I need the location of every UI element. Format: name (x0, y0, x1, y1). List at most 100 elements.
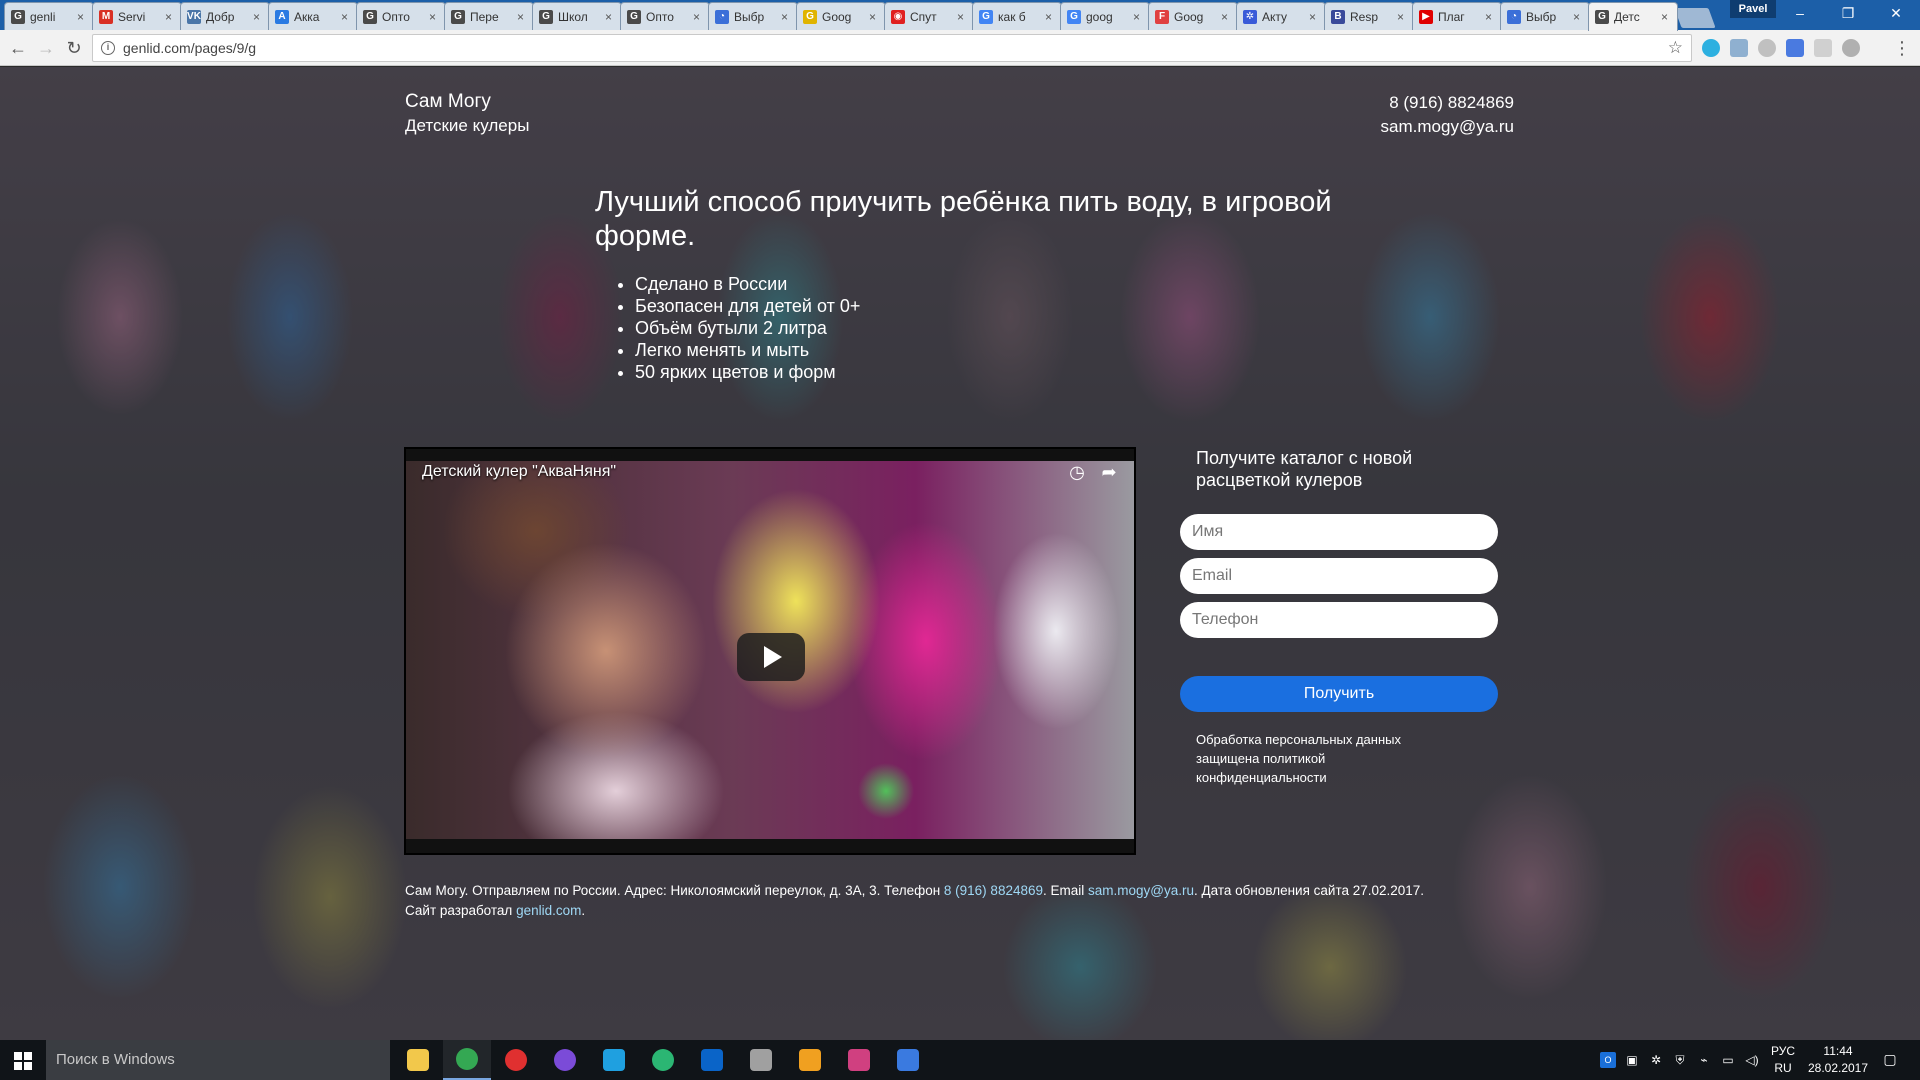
tab-close-icon[interactable]: × (1485, 10, 1495, 24)
tab-close-icon[interactable]: × (1309, 10, 1319, 24)
browser-tab[interactable]: Gкак б × (972, 2, 1062, 30)
minimize-button[interactable]: – (1776, 0, 1824, 30)
browser-tab[interactable]: G Goog × (796, 2, 886, 30)
watch-later-icon[interactable]: ◷ (1066, 461, 1088, 483)
browser-tab[interactable]: Ggoog × (1060, 2, 1150, 30)
browser-tab[interactable]: VK Добр × (180, 2, 270, 30)
browser-tab[interactable]: A Акка × (268, 2, 358, 30)
tab-close-icon[interactable]: × (165, 10, 175, 24)
footer-developer-link[interactable]: genlid.com (516, 903, 581, 918)
header-email[interactable]: sam.mogy@ya.ru (1381, 115, 1514, 139)
volume-icon[interactable]: ◁) (1744, 1052, 1760, 1068)
outlook-icon[interactable] (688, 1040, 736, 1080)
extension-icon[interactable] (1730, 39, 1748, 57)
translate-icon[interactable] (1786, 39, 1804, 57)
video-player[interactable]: Детский кулер "АкваНяня" ◷ ➦ (404, 447, 1136, 855)
extension-icon[interactable] (1842, 39, 1860, 57)
tab-close-icon[interactable]: × (77, 10, 87, 24)
tab-close-icon[interactable]: × (1221, 10, 1231, 24)
browser-tab[interactable]: G Опто × (620, 2, 710, 30)
browser-tab[interactable]: ✲ Акту × (1236, 2, 1326, 30)
browser-tab[interactable]: ◔ Выбр × (1500, 2, 1590, 30)
shield-icon[interactable]: ⛨ (1672, 1052, 1688, 1068)
email-field[interactable] (1180, 558, 1498, 594)
a-app-icon[interactable] (884, 1040, 932, 1080)
name-field[interactable] (1180, 514, 1498, 550)
footer-email-link[interactable]: sam.mogy@ya.ru (1088, 883, 1194, 898)
extension-icon[interactable] (1702, 39, 1720, 57)
tab-favicon-icon: G (1067, 9, 1081, 24)
extension-icon[interactable] (1814, 39, 1832, 57)
share-icon[interactable]: ➦ (1098, 461, 1120, 483)
submit-button[interactable]: Получить (1180, 676, 1498, 712)
edge-app-icon[interactable] (590, 1040, 638, 1080)
tab-favicon-icon: ✲ (1243, 9, 1257, 24)
header-phone[interactable]: 8 (916) 8824869 (1381, 91, 1514, 115)
tab-close-icon[interactable]: × (869, 10, 879, 24)
browser-tab[interactable]: ▶ Плаг × (1412, 2, 1502, 30)
url-text[interactable]: genlid.com/pages/9/g (123, 40, 256, 56)
tab-close-icon[interactable]: × (1573, 10, 1583, 24)
feature-item: Безопасен для детей от 0+ (635, 295, 860, 317)
tab-close-icon[interactable]: × (1133, 10, 1143, 24)
system-clock[interactable]: 11:44 28.02.2017 (1804, 1043, 1872, 1077)
tab-close-icon[interactable]: × (1661, 10, 1671, 24)
app-glyph (456, 1048, 478, 1070)
tab-close-icon[interactable]: × (253, 10, 263, 24)
tab-title: Пере (470, 9, 499, 24)
browser-tab[interactable]: ◉ Спут × (884, 2, 974, 30)
tab-close-icon[interactable]: × (1045, 10, 1055, 24)
back-arrow-icon[interactable]: ← (6, 36, 30, 60)
tab-close-icon[interactable]: × (341, 10, 351, 24)
info-icon[interactable]: i (101, 41, 115, 55)
tab-close-icon[interactable]: × (1397, 10, 1407, 24)
network-app-icon[interactable] (737, 1040, 785, 1080)
new-tab-button[interactable] (1674, 8, 1716, 28)
notifications-icon[interactable]: ▢ (1882, 1051, 1898, 1067)
browser-tab[interactable]: G Пере × (444, 2, 534, 30)
browser-tab[interactable]: G Опто × (356, 2, 446, 30)
privacy-note: Обработка персональных данных защищена п… (1196, 732, 1401, 785)
windows-start-icon[interactable] (0, 1040, 46, 1080)
footer-phone-link[interactable]: 8 (916) 8824869 (944, 883, 1043, 898)
file-explorer-icon[interactable] (394, 1040, 442, 1080)
address-bar[interactable]: i genlid.com/pages/9/g ☆ (92, 34, 1692, 62)
tab-close-icon[interactable]: × (957, 10, 967, 24)
browser-tab[interactable]: G Детс × (1588, 2, 1678, 31)
browser-tab[interactable]: B Resp × (1324, 2, 1414, 30)
purple-app-icon[interactable] (541, 1040, 589, 1080)
video-title[interactable]: Детский кулер "АкваНяня" (422, 463, 616, 481)
taskbar-search[interactable]: Поиск в Windows (46, 1040, 390, 1080)
photo-app-icon[interactable] (786, 1040, 834, 1080)
browser-tab[interactable]: M Servi × (92, 2, 182, 30)
browser-tab[interactable]: ◔ Выбр × (708, 2, 798, 30)
browser-tab[interactable]: G Школ × (532, 2, 622, 30)
usb-icon[interactable]: ⌁ (1696, 1052, 1712, 1068)
browser-tab[interactable]: F Goog × (1148, 2, 1238, 30)
tray-app-icon[interactable]: ✲ (1648, 1052, 1664, 1068)
extension-icon[interactable] (1758, 39, 1776, 57)
profile-button[interactable]: Pavel (1730, 0, 1776, 18)
network-icon[interactable]: ▭ (1720, 1052, 1736, 1068)
close-window-button[interactable]: ✕ (1872, 0, 1920, 30)
tab-close-icon[interactable]: × (781, 10, 791, 24)
tab-close-icon[interactable]: × (605, 10, 615, 24)
forward-arrow-icon[interactable]: → (34, 36, 58, 60)
chrome-icon[interactable] (443, 1040, 491, 1080)
green-app-icon[interactable] (639, 1040, 687, 1080)
maximize-button[interactable]: ❐ (1824, 0, 1872, 30)
language-indicator[interactable]: РУС RU (1768, 1043, 1798, 1077)
play-button[interactable] (737, 633, 805, 681)
tab-close-icon[interactable]: × (517, 10, 527, 24)
browser-tab[interactable]: Ggenli × (4, 2, 94, 30)
gift-app-icon[interactable] (835, 1040, 883, 1080)
phone-field[interactable] (1180, 602, 1498, 638)
tab-close-icon[interactable]: × (693, 10, 703, 24)
tab-close-icon[interactable]: × (429, 10, 439, 24)
record-app-icon[interactable] (492, 1040, 540, 1080)
bookmark-star-icon[interactable]: ☆ (1668, 38, 1683, 58)
tray-app-icon[interactable]: ▣ (1624, 1052, 1640, 1068)
outlook-tray-icon[interactable]: O (1600, 1052, 1616, 1068)
menu-dots-icon[interactable]: ⋮ (1890, 36, 1914, 60)
reload-icon[interactable]: ↻ (62, 36, 86, 60)
